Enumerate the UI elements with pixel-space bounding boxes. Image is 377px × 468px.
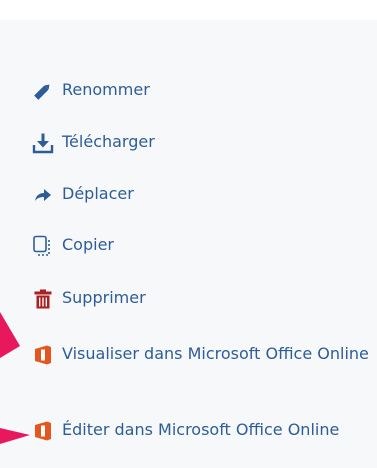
- annotation-arrow-view: [0, 312, 20, 358]
- download-label: Télécharger: [62, 132, 155, 151]
- pencil-icon: [34, 84, 50, 100]
- download-icon: [32, 133, 54, 154]
- annotation-arrow-edit: [0, 428, 30, 444]
- copy-icon: [33, 235, 50, 256]
- actions-panel: Renommer Télécharger Déplacer Copier Sup…: [0, 0, 377, 468]
- view-office-online-label: Visualiser dans Microsoft Office Online: [62, 344, 369, 363]
- delete-label: Supprimer: [62, 288, 146, 307]
- trash-icon: [34, 289, 52, 309]
- top-strip: [0, 0, 377, 20]
- move-label: Déplacer: [62, 184, 134, 203]
- move-arrow-icon: [35, 189, 51, 201]
- rename-label: Renommer: [62, 80, 150, 99]
- edit-office-online-label: Éditer dans Microsoft Office Online: [62, 420, 340, 439]
- copy-label: Copier: [62, 235, 114, 254]
